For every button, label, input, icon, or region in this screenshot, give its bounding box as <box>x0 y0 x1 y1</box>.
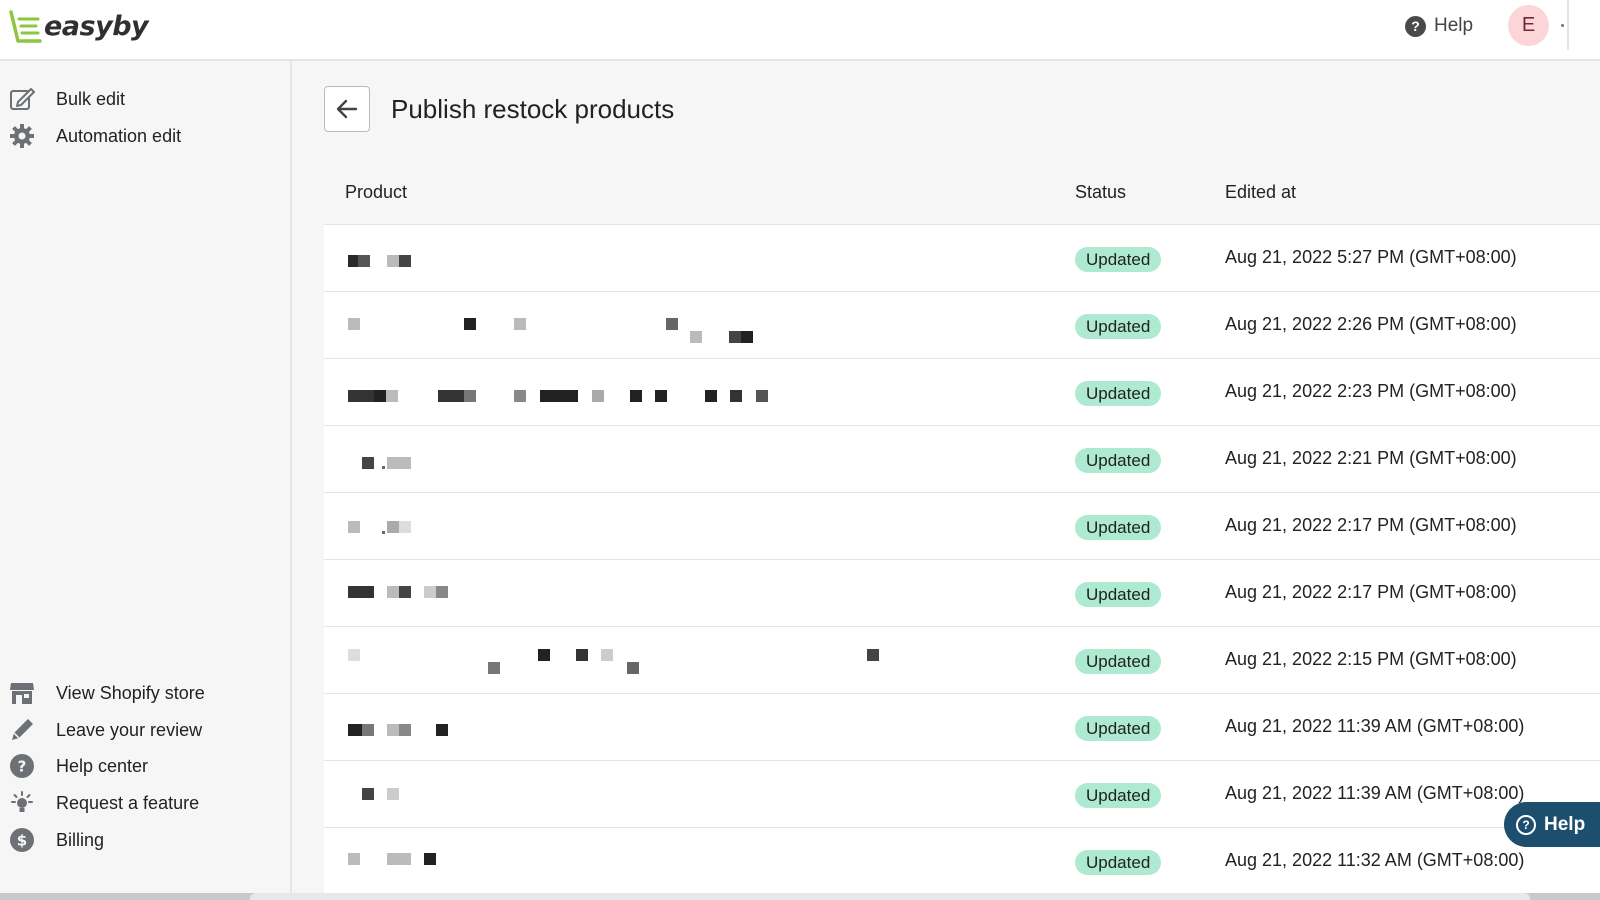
sidebar-item-label: Help center <box>56 755 149 776</box>
table-row[interactable]: Updated Aug 21, 2022 2:15 PM (GMT+08:00) <box>324 627 1600 694</box>
status-badge: Updated <box>1075 448 1162 473</box>
sidebar-item-label: Automation edit <box>56 125 182 146</box>
sidebar-item-label: Bulk edit <box>56 88 126 109</box>
dollar-icon: $ <box>9 827 35 853</box>
edited-at-cell: Aug 21, 2022 5:27 PM (GMT+08:00) <box>1225 247 1517 267</box>
edited-at-cell: Aug 21, 2022 2:26 PM (GMT+08:00) <box>1225 314 1517 334</box>
top-help-button[interactable]: ? Help <box>1405 13 1473 39</box>
product-name-redacted[interactable] <box>344 440 944 480</box>
table-row[interactable]: Updated Aug 21, 2022 2:21 PM (GMT+08:00) <box>324 426 1600 493</box>
sidebar-item-view-shopify-store[interactable]: View Shopify store <box>0 676 290 710</box>
sidebar-item-label: Request a feature <box>56 792 200 813</box>
sidebar-item-label: Leave your review <box>56 719 203 740</box>
edited-at-cell: Aug 21, 2022 11:32 AM (GMT+08:00) <box>1225 850 1525 870</box>
product-name-redacted[interactable] <box>344 239 944 279</box>
product-name-redacted[interactable] <box>344 373 944 413</box>
store-icon <box>9 680 35 706</box>
sidebar-item-help-center[interactable]: ? Help center <box>0 749 290 783</box>
status-badge: Updated <box>1075 247 1162 272</box>
status-badge: Updated <box>1075 582 1162 607</box>
logo-mark-icon <box>9 10 42 43</box>
edit-icon <box>9 86 35 112</box>
status-badge: Updated <box>1075 515 1162 540</box>
product-name-redacted[interactable] <box>344 708 944 748</box>
product-name-redacted[interactable] <box>344 842 944 882</box>
sidebar-item-billing[interactable]: $ Billing <box>0 823 290 857</box>
status-badge: Updated <box>1075 850 1162 875</box>
product-name-redacted[interactable] <box>344 574 944 614</box>
arrow-left-icon <box>336 99 358 119</box>
sidebar-item-automation-edit[interactable]: Automation edit <box>0 119 290 153</box>
overflow-dot <box>1561 24 1564 27</box>
sidebar-item-bulk-edit[interactable]: Bulk edit <box>0 82 290 116</box>
lightbulb-icon <box>9 790 35 816</box>
table-row[interactable]: Updated Aug 21, 2022 11:32 AM (GMT+08:00… <box>324 828 1600 895</box>
sidebar-item-leave-your-review[interactable]: Leave your review <box>0 713 290 747</box>
floating-help-label: Help <box>1544 813 1586 835</box>
table-header: Product Status Edited at <box>324 170 1600 225</box>
table-row[interactable]: Updated Aug 21, 2022 2:17 PM (GMT+08:00) <box>324 560 1600 627</box>
logo-text: easyby <box>44 10 149 42</box>
edited-at-cell: Aug 21, 2022 11:39 AM (GMT+08:00) <box>1225 716 1525 736</box>
column-header-status: Status <box>1075 182 1127 202</box>
easyby-logo[interactable]: easyby <box>8 8 149 44</box>
edited-at-cell: Aug 21, 2022 11:39 AM (GMT+08:00) <box>1225 783 1525 803</box>
edited-at-cell: Aug 21, 2022 2:21 PM (GMT+08:00) <box>1225 448 1517 468</box>
product-name-redacted[interactable] <box>344 507 944 547</box>
status-badge: Updated <box>1075 783 1162 808</box>
status-badge: Updated <box>1075 381 1162 406</box>
edited-at-cell: Aug 21, 2022 2:23 PM (GMT+08:00) <box>1225 381 1517 401</box>
sidebar-item-label: Billing <box>56 829 105 850</box>
status-badge: Updated <box>1075 649 1162 674</box>
sidebar-item-label: View Shopify store <box>56 682 205 703</box>
table-row[interactable]: Updated Aug 21, 2022 5:27 PM (GMT+08:00) <box>324 225 1600 292</box>
status-badge: Updated <box>1075 716 1162 741</box>
gear-icon <box>9 123 35 149</box>
back-button[interactable] <box>324 86 370 132</box>
pencil-icon <box>9 717 35 743</box>
bottom-dock-edge <box>0 893 1600 900</box>
edited-at-cell: Aug 21, 2022 2:15 PM (GMT+08:00) <box>1225 649 1517 669</box>
table-row[interactable]: Updated Aug 21, 2022 11:39 AM (GMT+08:00… <box>324 694 1600 761</box>
floating-help-button[interactable]: ? Help <box>1504 802 1600 847</box>
page-title: Publish restock products <box>391 94 675 124</box>
table-row[interactable]: Updated Aug 21, 2022 2:23 PM (GMT+08:00) <box>324 359 1600 426</box>
column-header-edited-at: Edited at <box>1225 182 1297 202</box>
top-divider <box>1567 0 1569 50</box>
product-name-redacted[interactable] <box>344 775 944 815</box>
question-icon: ? <box>9 753 35 779</box>
help-circle-icon: ? <box>1516 814 1536 835</box>
edited-at-cell: Aug 21, 2022 2:17 PM (GMT+08:00) <box>1225 582 1517 602</box>
help-circle-icon: ? <box>1405 15 1426 37</box>
top-help-label: Help <box>1434 15 1474 36</box>
top-bar: easyby ? Help E <box>0 0 1600 61</box>
table-row[interactable]: Updated Aug 21, 2022 11:39 AM (GMT+08:00… <box>324 761 1600 828</box>
svg-text:?: ? <box>18 758 27 776</box>
table-row[interactable]: Updated Aug 21, 2022 2:26 PM (GMT+08:00) <box>324 292 1600 359</box>
edited-at-cell: Aug 21, 2022 2:17 PM (GMT+08:00) <box>1225 515 1517 535</box>
product-name-redacted[interactable] <box>344 306 944 346</box>
status-badge: Updated <box>1075 314 1162 339</box>
sidebar: Bulk edit Automation edit View Shopify s… <box>0 61 292 900</box>
table-row[interactable]: Updated Aug 21, 2022 2:17 PM (GMT+08:00) <box>324 493 1600 560</box>
avatar[interactable]: E <box>1508 5 1549 46</box>
column-header-product: Product <box>345 182 408 202</box>
sidebar-item-request-a-feature[interactable]: Request a feature <box>0 786 290 820</box>
product-name-redacted[interactable] <box>344 641 944 681</box>
table-body: Updated Aug 21, 2022 5:27 PM (GMT+08:00)… <box>324 224 1600 900</box>
svg-text:$: $ <box>17 832 27 850</box>
